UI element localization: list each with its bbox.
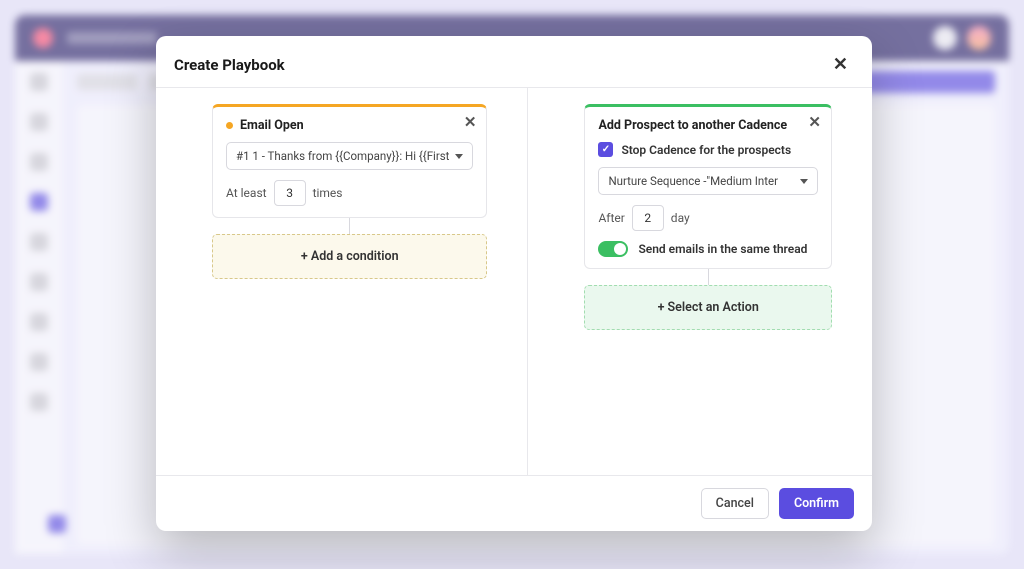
logo-icon <box>29 24 57 52</box>
after-days-input[interactable] <box>632 205 664 231</box>
after-label: After <box>598 211 624 225</box>
confirm-button[interactable]: Confirm <box>779 488 854 519</box>
chevron-down-icon <box>800 179 808 184</box>
condition-close-button[interactable]: ✕ <box>464 113 477 131</box>
condition-card: ✕ Email Open #1 1 - Thanks from {{Compan… <box>212 104 487 218</box>
action-close-button[interactable]: ✕ <box>808 113 821 131</box>
cancel-button[interactable]: Cancel <box>701 488 769 519</box>
day-label: day <box>671 211 690 225</box>
stop-cadence-checkbox[interactable]: ✓ <box>598 142 613 157</box>
avatar <box>933 26 957 50</box>
create-playbook-modal: Create Playbook ✕ ✕ Email Open #1 1 - Th… <box>156 36 872 531</box>
email-step-select[interactable]: #1 1 - Thanks from {{Company}}: Hi {{Fir… <box>226 142 473 170</box>
conditions-column: ✕ Email Open #1 1 - Thanks from {{Compan… <box>156 88 528 475</box>
cadence-select[interactable]: Nurture Sequence -"Medium Inter <box>598 167 818 195</box>
atleast-input[interactable] <box>274 180 306 206</box>
select-value: Nurture Sequence -"Medium Inter <box>608 174 778 188</box>
action-card: ✕ Add Prospect to another Cadence ✓ Stop… <box>584 104 832 269</box>
select-action-button[interactable]: + Select an Action <box>584 285 832 330</box>
modal-close-button[interactable]: ✕ <box>827 52 854 77</box>
times-label: times <box>313 186 343 200</box>
modal-header: Create Playbook ✕ <box>156 36 872 87</box>
chevron-down-icon <box>455 154 463 159</box>
stop-cadence-label: Stop Cadence for the prospects <box>621 143 791 157</box>
status-dot-icon <box>226 122 233 129</box>
check-icon: ✓ <box>602 144 610 155</box>
modal-title: Create Playbook <box>174 56 285 74</box>
actions-column: ✕ Add Prospect to another Cadence ✓ Stop… <box>528 88 872 475</box>
atleast-label: At least <box>226 186 267 200</box>
modal-footer: Cancel Confirm <box>156 475 872 531</box>
action-title: Add Prospect to another Cadence <box>598 118 818 133</box>
same-thread-toggle[interactable] <box>598 241 628 257</box>
add-condition-button[interactable]: + Add a condition <box>212 234 487 279</box>
avatar <box>967 26 991 50</box>
same-thread-label: Send emails in the same thread <box>638 242 807 256</box>
connector-line <box>708 269 709 285</box>
connector-line <box>349 218 350 234</box>
bg-sidebar <box>15 61 63 554</box>
condition-title: Email Open <box>240 118 473 133</box>
select-value: #1 1 - Thanks from {{Company}}: Hi {{Fir… <box>236 149 449 163</box>
modal-body: ✕ Email Open #1 1 - Thanks from {{Compan… <box>156 87 872 475</box>
